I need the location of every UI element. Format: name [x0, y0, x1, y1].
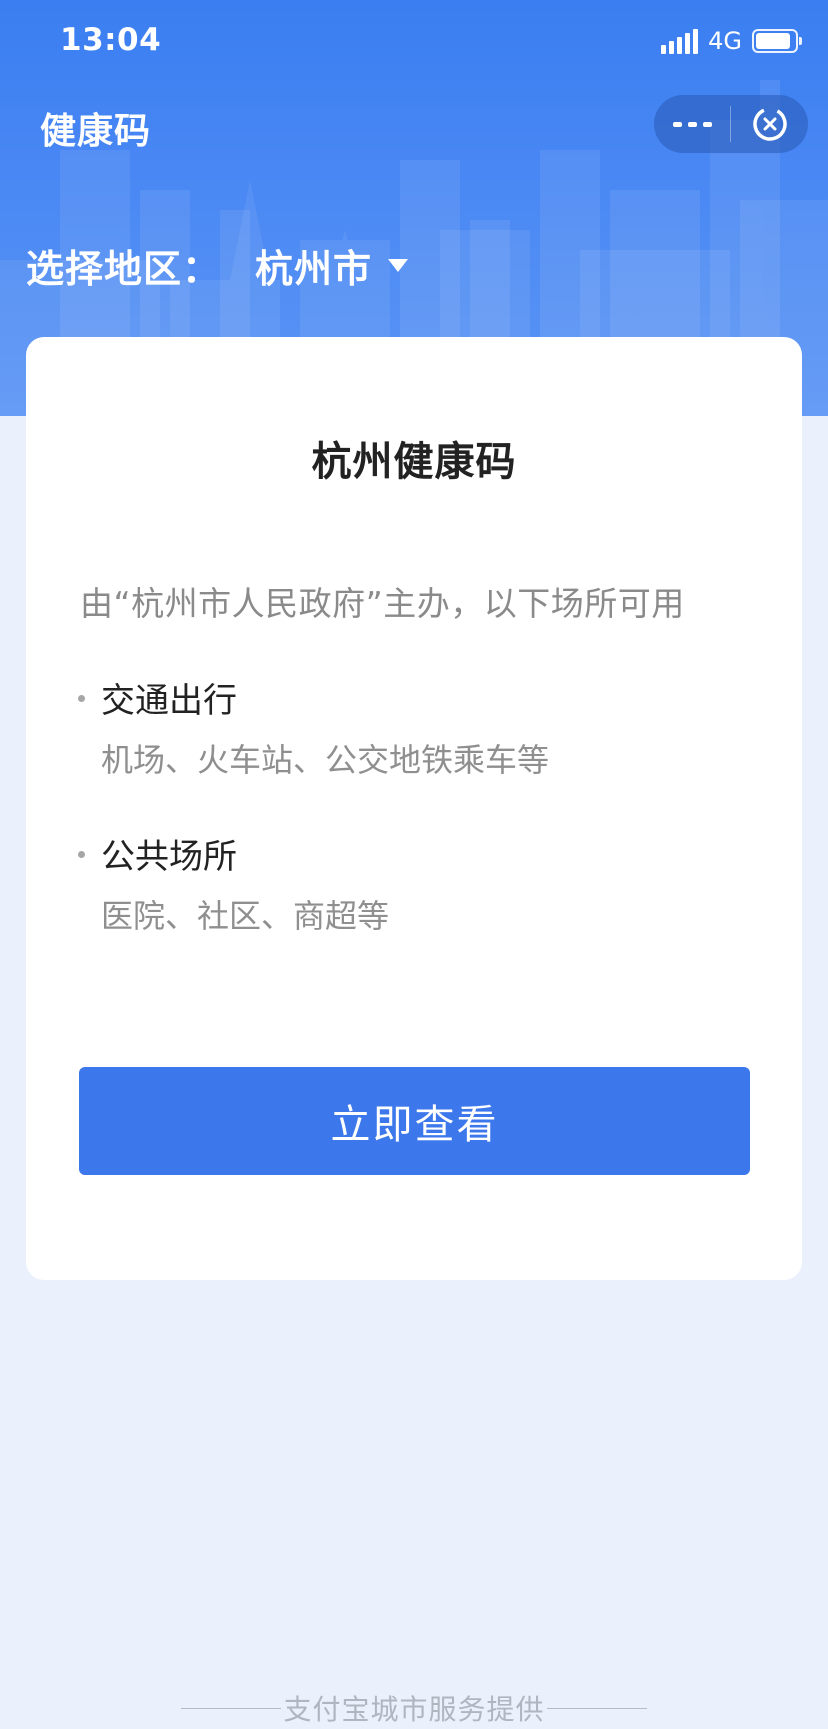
battery-icon [752, 29, 802, 53]
status-indicators: 4G [661, 26, 802, 56]
venue-title: 交通出行 [101, 681, 237, 721]
region-selector[interactable]: 选择地区： 杭州市 [26, 238, 409, 293]
status-time: 13:04 [60, 22, 162, 58]
more-dots-icon[interactable] [654, 95, 730, 153]
caret-down-icon[interactable] [388, 259, 409, 272]
venue-detail: 医院、社区、商超等 [101, 897, 390, 935]
signal-icon [661, 28, 699, 54]
footer-text: 支付宝城市服务提供 [283, 1693, 545, 1726]
card-description: 由“杭州市人民政府”主办，以下场所可用 [80, 584, 685, 623]
region-value[interactable]: 杭州市 [255, 238, 372, 293]
view-now-button[interactable]: 立即查看 [79, 1067, 750, 1175]
venue-title: 公共场所 [101, 837, 237, 877]
footer-divider-right [546, 1707, 647, 1709]
venue-detail: 机场、火车站、公交地铁乘车等 [101, 741, 550, 779]
network-type: 4G [708, 27, 742, 55]
card-title: 杭州健康码 [311, 439, 517, 485]
status-bar: 13:04 4G [0, 0, 828, 84]
footer-divider-left [181, 1707, 282, 1709]
region-label: 选择地区： [26, 247, 222, 291]
mini-program-capsule [654, 95, 808, 153]
bullet-dot-icon [78, 695, 85, 702]
bullet-dot-icon [78, 851, 85, 858]
health-code-card: 杭州健康码 由“杭州市人民政府”主办，以下场所可用 交通出行 机场、火车站、公交… [26, 337, 802, 1280]
footer: 支付宝城市服务提供 [0, 1688, 828, 1728]
page-title: 健康码 [40, 111, 152, 152]
close-circle-icon[interactable] [731, 95, 808, 153]
